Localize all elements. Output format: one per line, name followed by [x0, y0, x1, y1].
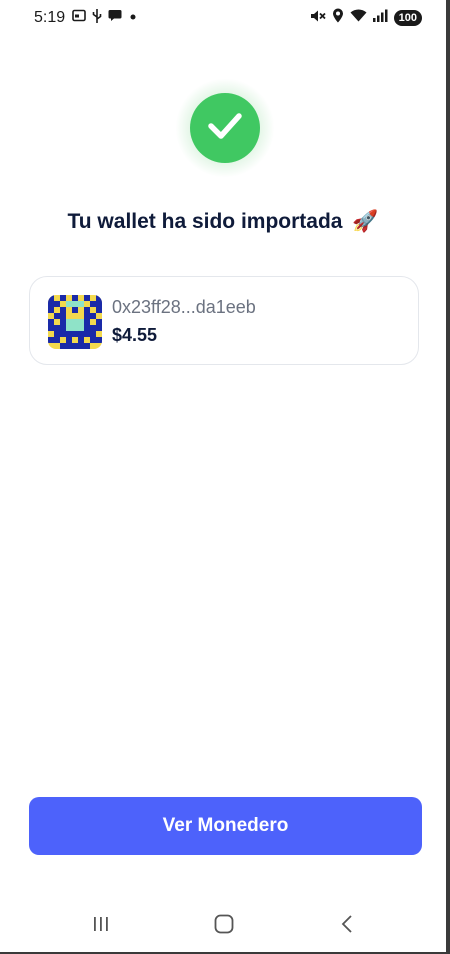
status-left-icons: [72, 8, 138, 28]
dot-icon: [128, 9, 138, 27]
battery-indicator: 100: [393, 10, 422, 26]
back-button[interactable]: [332, 914, 362, 938]
wallet-card[interactable]: 0x23ff28...da1eeb $4.55: [29, 276, 419, 365]
app-screen: 5:19 100 Tu wallet ha sido importada 🚀 0…: [0, 0, 446, 952]
wifi-icon: [350, 9, 367, 27]
chat-bubble-icon: [108, 9, 122, 27]
status-time: 5:19: [34, 9, 66, 26]
rocket-icon: 🚀: [352, 210, 379, 233]
wallet-address: 0x23ff28...da1eeb: [112, 297, 256, 317]
calendar-icon: [72, 9, 86, 27]
mute-icon: [310, 9, 326, 28]
navigation-bar: [0, 900, 446, 952]
page-title: Tu wallet ha sido importada 🚀: [0, 210, 446, 234]
check-icon: [207, 111, 243, 146]
home-button[interactable]: [209, 914, 239, 938]
status-bar: 5:19 100: [0, 0, 446, 36]
wallet-balance: $4.55: [112, 325, 158, 345]
usb-icon: [92, 8, 102, 28]
identicon-avatar: [48, 295, 102, 349]
success-circle: [190, 93, 260, 163]
success-indicator: [175, 78, 275, 178]
recents-button[interactable]: [86, 914, 116, 938]
view-wallet-button[interactable]: Ver Monedero: [29, 797, 422, 855]
window-edge: [446, 0, 450, 954]
location-icon: [332, 8, 344, 28]
back-icon: [340, 914, 354, 939]
home-icon: [214, 914, 234, 939]
signal-icon: [372, 9, 388, 27]
title-text: Tu wallet ha sido importada: [67, 210, 343, 233]
status-right-icons: 100: [310, 8, 422, 28]
recents-icon: [92, 915, 110, 938]
